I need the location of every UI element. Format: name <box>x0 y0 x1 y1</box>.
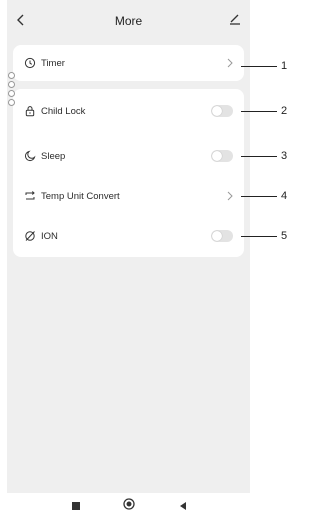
ion-label: ION <box>41 230 58 242</box>
timer-row[interactable]: Timer <box>13 52 244 74</box>
callout-line-5 <box>241 236 277 237</box>
sleep-row: Sleep <box>13 145 244 167</box>
dot <box>8 81 15 88</box>
callout-number-2: 2 <box>281 105 288 117</box>
triangle-back-icon <box>180 502 186 510</box>
callout-line-2 <box>241 111 277 112</box>
callout-line-3 <box>241 156 277 157</box>
toggle-knob <box>212 151 222 161</box>
moon-icon <box>25 150 36 162</box>
ion-toggle[interactable] <box>211 230 233 242</box>
clock-icon <box>24 57 36 69</box>
settings-card: Child Lock Sleep Temp Unit Convert ION <box>13 89 244 257</box>
drag-handle-dots <box>8 72 16 108</box>
temp-unit-label: Temp Unit Convert <box>41 190 120 202</box>
dot <box>8 99 15 106</box>
convert-arrows-icon <box>25 191 35 200</box>
sleep-toggle[interactable] <box>211 150 233 162</box>
system-nav-bar <box>7 493 250 514</box>
recent-apps-button[interactable] <box>71 498 81 516</box>
ion-icon <box>25 231 35 241</box>
timer-card: Timer <box>13 45 244 81</box>
child-lock-label: Child Lock <box>41 105 86 117</box>
home-button[interactable] <box>123 497 135 515</box>
edit-button[interactable] <box>228 12 242 26</box>
callout-line-4 <box>241 196 277 197</box>
callout-number-3: 3 <box>281 150 288 162</box>
square-icon <box>72 502 80 510</box>
chevron-right-icon <box>227 191 233 201</box>
toggle-knob <box>212 106 222 116</box>
child-lock-toggle[interactable] <box>211 105 233 117</box>
toggle-knob <box>212 231 222 241</box>
app-screen: More Timer Child Lock Sleep Temp Unit Co… <box>7 0 250 493</box>
dot <box>8 90 15 97</box>
chevron-right-icon <box>227 58 233 68</box>
sleep-label: Sleep <box>41 150 66 162</box>
circle-icon <box>123 498 135 510</box>
header: More <box>7 0 250 40</box>
child-lock-row: Child Lock <box>13 100 244 122</box>
temp-unit-row[interactable]: Temp Unit Convert <box>13 185 244 207</box>
callout-number-5: 5 <box>281 230 288 242</box>
page-title: More <box>114 14 143 28</box>
nav-back-button[interactable] <box>178 498 188 516</box>
callout-number-4: 4 <box>281 190 288 202</box>
ion-row: ION <box>13 225 244 247</box>
lock-icon <box>25 106 35 117</box>
callout-line-1 <box>241 66 277 67</box>
timer-label: Timer <box>41 57 65 69</box>
callout-number-1: 1 <box>281 60 288 72</box>
dot <box>8 72 15 79</box>
edit-icon <box>230 14 240 25</box>
